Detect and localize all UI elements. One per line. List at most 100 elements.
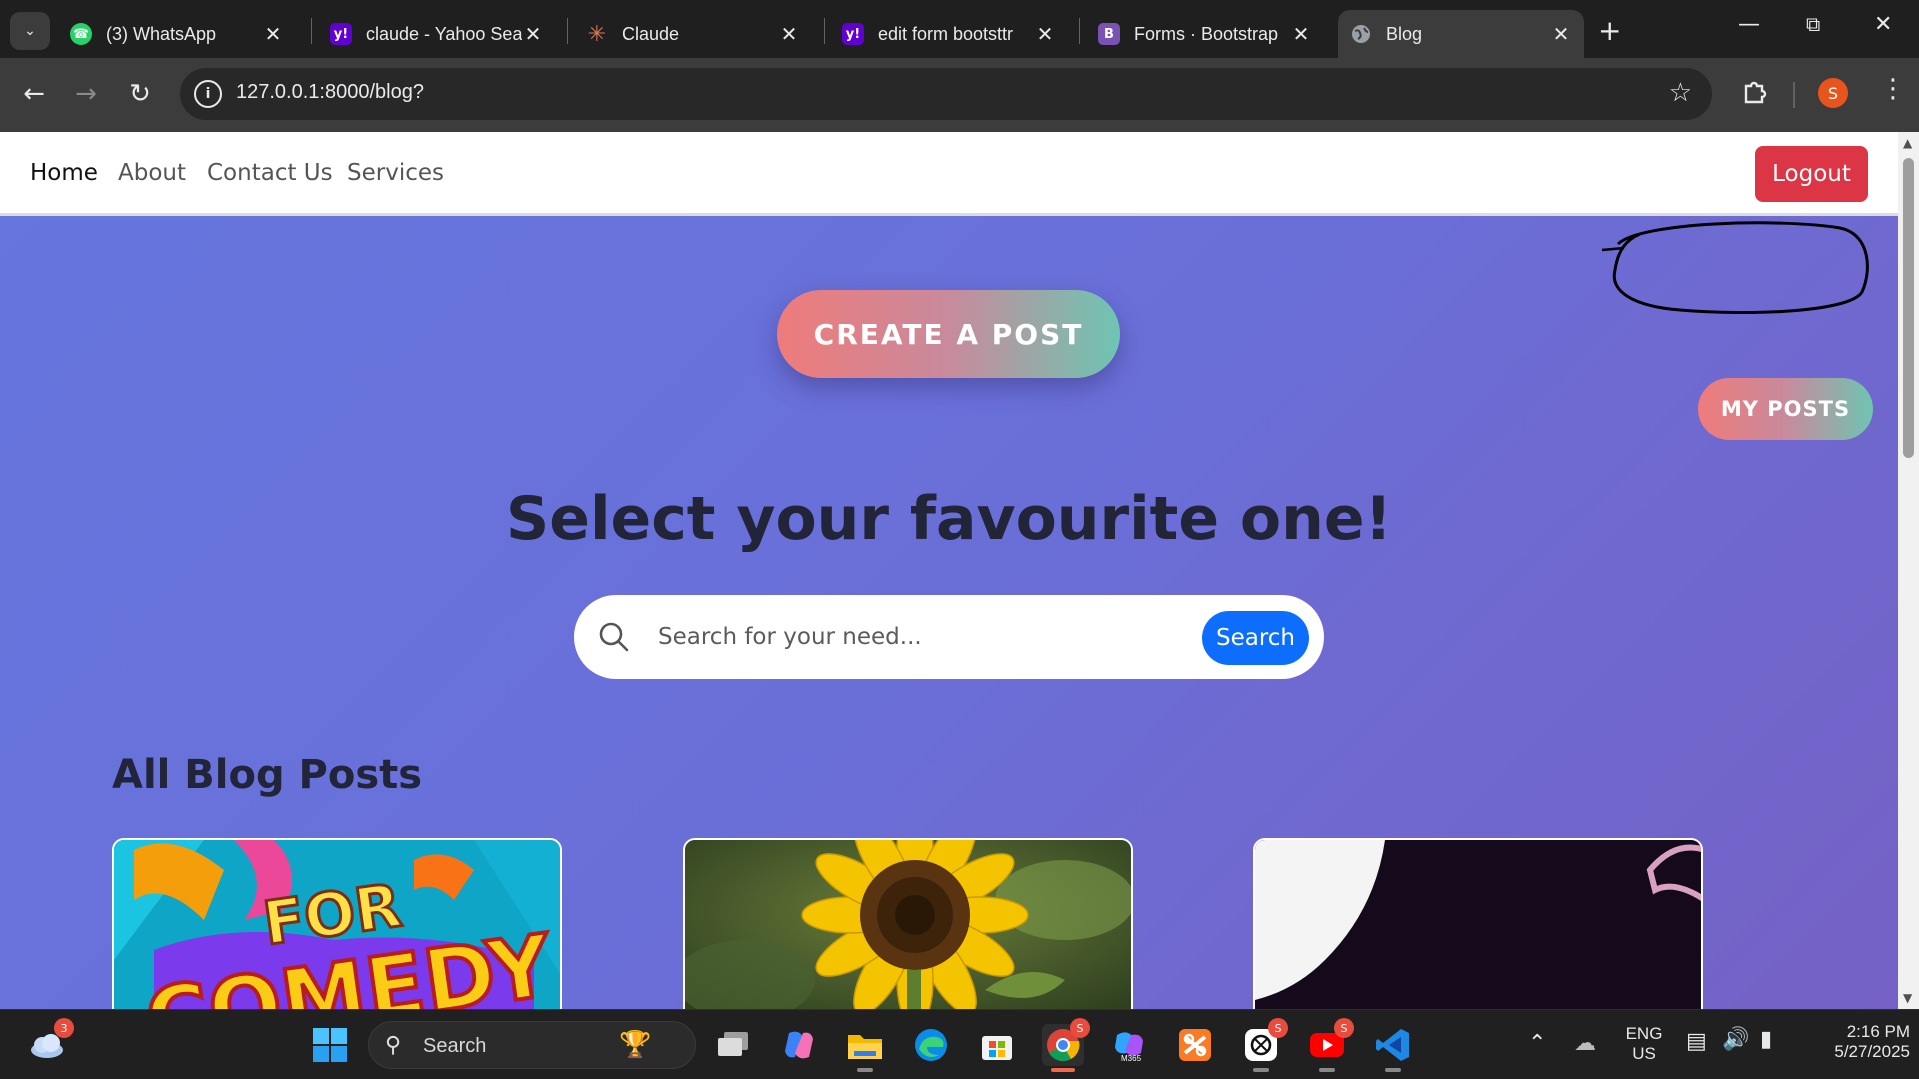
close-tab-icon[interactable]: ✕ [1290,22,1312,46]
copilot-icon[interactable] [778,1024,820,1066]
weather-cloud-icon[interactable]: 3 [26,1018,74,1066]
tab-yahoo-claude[interactable]: y! claude - Yahoo Sea ✕ [318,10,556,58]
onedrive-cloud-icon[interactable]: ☁ [1574,1030,1596,1056]
address-bar[interactable]: i 127.0.0.1:8000/blog? ☆ [180,68,1712,120]
clock[interactable]: 2:16 PM 5/27/2025 [1800,1022,1910,1062]
search-button[interactable]: Search [1202,611,1309,665]
tab-search-chevron-icon[interactable]: ⌄ [10,12,50,50]
my-posts-button[interactable]: MY POSTS [1698,378,1873,440]
xampp-icon[interactable] [1174,1024,1216,1066]
nav-services-link[interactable]: Services [347,160,444,186]
bookmark-star-icon[interactable]: ☆ [1669,78,1692,108]
close-tab-icon[interactable]: ✕ [522,22,544,46]
reload-icon[interactable]: ↻ [120,74,160,114]
blog-post-card[interactable] [1253,838,1703,1009]
running-indicator [1385,1068,1401,1072]
minimize-icon[interactable]: — [1738,12,1760,37]
yahoo-icon: y! [842,23,864,45]
clock-date: 5/27/2025 [1834,1042,1910,1061]
notification-badge: 3 [54,1018,74,1038]
language-code: ENG [1625,1024,1663,1043]
page-viewport: Home About Contact Us Services Logout CR… [0,132,1898,1009]
all-posts-heading: All Blog Posts [112,752,423,798]
tab-bootstrap-forms[interactable]: B Forms · Bootstrap ✕ [1086,10,1324,58]
forward-arrow-icon[interactable]: → [66,74,106,114]
network-icon[interactable]: ▤ [1686,1028,1707,1054]
tab-whatsapp[interactable]: ☎ (3) WhatsApp ✕ [58,10,296,58]
close-tab-icon[interactable]: ✕ [1034,22,1056,46]
browser-toolbar: ← → ↻ i 127.0.0.1:8000/blog? ☆ S ⋮ [0,58,1919,132]
profile-avatar[interactable]: S [1818,78,1848,108]
tab-blog[interactable]: Blog ✕ [1338,10,1584,58]
blog-post-card[interactable]: FOR COMEDY [112,838,562,1009]
search-input[interactable] [658,613,1158,661]
close-tab-icon[interactable]: ✕ [1550,22,1572,46]
tab-divider [311,18,312,44]
yahoo-icon: y! [330,23,352,45]
create-post-button[interactable]: CREATE A POST [777,290,1120,378]
windows-start-icon[interactable] [309,1024,351,1066]
tab-title: (3) WhatsApp [106,23,217,44]
nav-contact-link[interactable]: Contact Us [207,160,333,186]
back-arrow-icon[interactable]: ← [14,74,54,114]
scrollbar-thumb[interactable] [1903,158,1914,458]
profile-badge: S [1070,1018,1090,1038]
battery-icon[interactable]: ▮ [1760,1026,1772,1052]
globe-icon [1350,23,1372,45]
edge-browser-icon[interactable] [910,1024,952,1066]
language-indicator[interactable]: ENG US [1624,1024,1664,1064]
dark-abstract-image [1255,840,1701,1009]
close-tab-icon[interactable]: ✕ [262,22,284,46]
youtube-icon[interactable]: S [1306,1018,1354,1072]
region-code: US [1632,1044,1656,1063]
microsoft-365-icon[interactable]: M365 [1108,1024,1150,1066]
whatsapp-icon: ☎ [70,23,92,45]
comedy-poster-image: FOR COMEDY [114,840,560,1009]
search-bar: Search [574,595,1324,679]
tab-divider [1079,18,1080,44]
hand-drawn-circle-annotation [1601,221,1869,315]
scroll-down-arrow-icon[interactable]: ▼ [1903,991,1912,1005]
search-highlight-trophy-icon: 🏆 [619,1030,652,1060]
sunflower-image [685,840,1131,1009]
blog-post-card[interactable] [683,838,1133,1009]
restore-icon[interactable]: ⧉ [1806,12,1820,36]
tab-divider [567,18,568,44]
taskbar-search-label: Search [423,1035,487,1057]
profile-badge: S [1334,1018,1354,1038]
nav-about-link[interactable]: About [118,160,186,186]
chrome-icon[interactable]: S [1042,1018,1090,1072]
page-scrollbar[interactable]: ▲ ▼ [1898,132,1919,1009]
menu-kebab-icon[interactable]: ⋮ [1880,74,1906,104]
task-view-icon[interactable] [712,1024,754,1066]
file-explorer-icon[interactable] [844,1024,886,1072]
volume-icon[interactable]: 🔊 [1722,1026,1749,1052]
close-tab-icon[interactable]: ✕ [778,22,800,46]
tab-divider [824,18,825,44]
tab-title: claude - Yahoo Sea [366,23,522,44]
tab-title: Blog [1386,23,1423,44]
close-window-icon[interactable]: ✕ [1874,12,1892,37]
windows-taskbar: 3 ⚲ Search 🏆 S M365 S S ⌃ ☁ ENG US ▤ 🔊 ▮… [0,1009,1919,1079]
url-text[interactable]: 127.0.0.1:8000/blog? [236,81,424,104]
toolbar-divider [1793,82,1795,108]
vscode-icon[interactable] [1372,1024,1414,1072]
logout-button[interactable]: Logout [1755,146,1868,202]
site-info-icon[interactable]: i [194,80,222,108]
tab-title: Forms · Bootstrap [1134,23,1279,44]
nav-home-link[interactable]: Home [30,160,98,186]
chatgpt-icon[interactable]: S [1240,1018,1288,1072]
tab-claude[interactable]: ✳ Claude ✕ [574,10,812,58]
site-navbar: Home About Contact Us Services Logout [0,132,1898,216]
microsoft-store-icon[interactable] [976,1024,1018,1066]
scroll-up-arrow-icon[interactable]: ▲ [1903,136,1912,150]
new-tab-plus-icon[interactable]: + [1598,14,1621,47]
bootstrap-icon: B [1098,23,1120,45]
tab-yahoo-bootstrap[interactable]: y! edit form bootsttr ✕ [830,10,1068,58]
taskbar-search-box[interactable]: ⚲ Search 🏆 [368,1021,696,1069]
extensions-puzzle-icon[interactable] [1740,76,1770,106]
profile-badge: S [1268,1018,1288,1038]
tray-chevron-up-icon[interactable]: ⌃ [1528,1030,1546,1056]
running-indicator [1051,1068,1075,1072]
search-icon: ⚲ [385,1033,402,1058]
